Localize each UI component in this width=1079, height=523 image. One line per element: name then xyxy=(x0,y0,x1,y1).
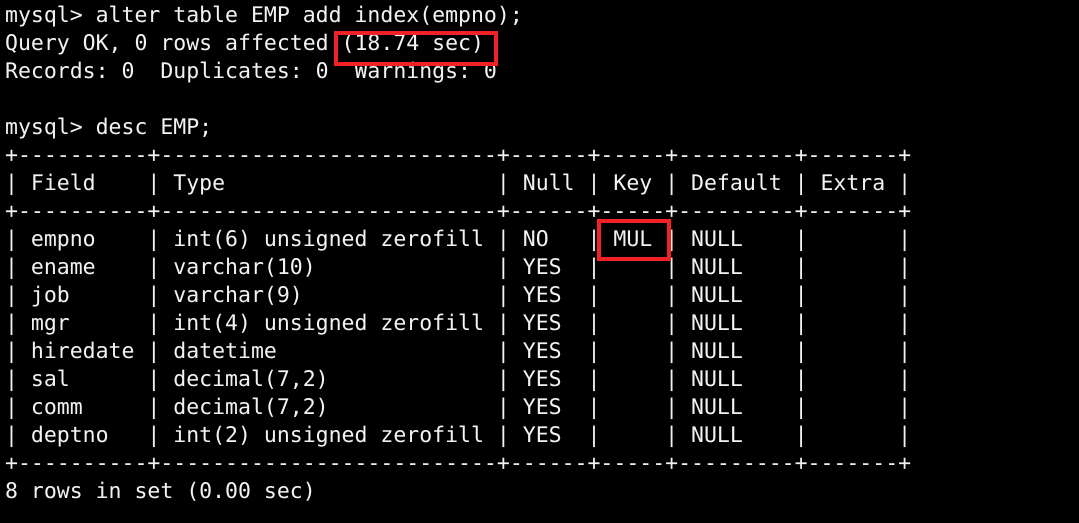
terminal-line-alter-status: Query OK, 0 rows affected (18.74 sec) xyxy=(5,31,484,56)
table-row: | empno | int(6) unsigned zerofill | NO … xyxy=(5,227,912,252)
table-row: | comm | decimal(7,2) | YES | | NULL | | xyxy=(5,395,912,420)
terminal-line-command-desc: mysql> desc EMP; xyxy=(5,115,213,140)
table-border-bottom: +----------+--------------------------+-… xyxy=(5,451,912,476)
terminal-line-alter-summary: Records: 0 Duplicates: 0 Warnings: 0 xyxy=(5,59,497,84)
table-border-header: +----------+--------------------------+-… xyxy=(5,199,912,224)
table-row: | mgr | int(4) unsigned zerofill | YES |… xyxy=(5,311,912,336)
terminal-line-command-alter: mysql> alter table EMP add index(empno); xyxy=(5,3,523,28)
terminal-window[interactable]: mysql> alter table EMP add index(empno);… xyxy=(0,0,1079,523)
table-row: | ename | varchar(10) | YES | | NULL | | xyxy=(5,255,912,280)
terminal-line-desc-footer: 8 rows in set (0.00 sec) xyxy=(5,479,316,504)
table-header-row: | Field | Type | Null | Key | Default | … xyxy=(5,171,912,196)
table-border-top: +----------+--------------------------+-… xyxy=(5,143,912,168)
table-row: | job | varchar(9) | YES | | NULL | | xyxy=(5,283,912,308)
table-row: | hiredate | datetime | YES | | NULL | | xyxy=(5,339,912,364)
table-row: | sal | decimal(7,2) | YES | | NULL | | xyxy=(5,367,912,392)
table-row: | deptno | int(2) unsigned zerofill | YE… xyxy=(5,423,912,448)
